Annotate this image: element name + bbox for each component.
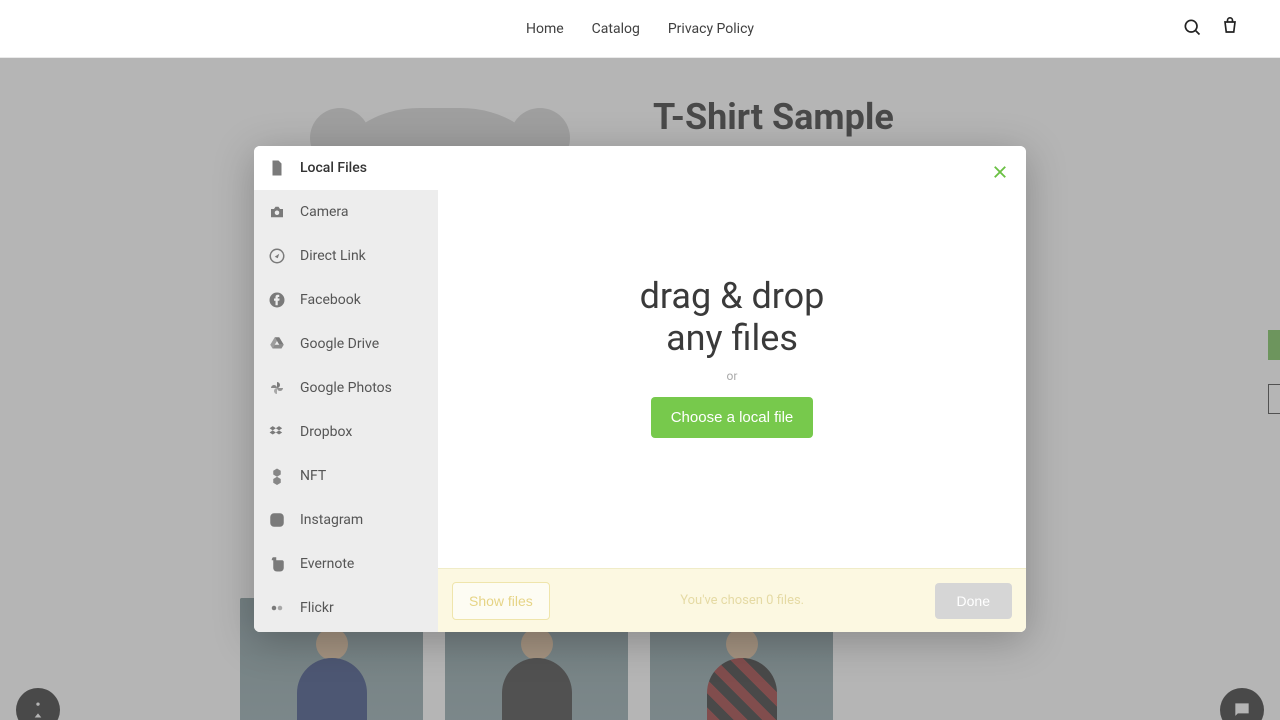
source-label: Local Files [300, 160, 367, 176]
source-dropbox[interactable]: Dropbox [254, 410, 438, 454]
source-local[interactable]: Local Files [254, 146, 438, 190]
source-gphotos[interactable]: Google Photos [254, 366, 438, 410]
source-label: Google Photos [300, 380, 392, 396]
source-label: Camera [300, 204, 349, 220]
source-direct[interactable]: Direct Link [254, 234, 438, 278]
dropbox-icon [268, 423, 286, 441]
facebook-icon [268, 291, 286, 309]
product-page: T-Shirt Sample Local FilesCameraDirect L… [0, 58, 1280, 720]
files-status: You've chosen 0 files. [680, 593, 804, 608]
evernote-icon [268, 555, 286, 573]
or-divider: or [727, 369, 738, 383]
source-label: Google Drive [300, 336, 379, 352]
source-instagram[interactable]: Instagram [254, 498, 438, 542]
nav-link-catalog[interactable]: Catalog [592, 21, 640, 37]
choose-local-file-button[interactable]: Choose a local file [651, 397, 814, 438]
source-label: Dropbox [300, 424, 352, 440]
show-files-button[interactable]: Show files [452, 582, 550, 620]
source-label: Flickr [300, 600, 334, 616]
nft-icon [268, 467, 286, 485]
compass-icon [268, 247, 286, 265]
modal-overlay[interactable]: Local Files Camera Direct Link Facebook Goog… [0, 58, 1280, 720]
instagram-icon [268, 511, 286, 529]
drop-heading-line2: any files [666, 317, 798, 359]
nav-links: Home Catalog Privacy Policy [526, 21, 754, 37]
source-label: Instagram [300, 512, 363, 528]
source-label: Facebook [300, 292, 361, 308]
source-label: Direct Link [300, 248, 366, 264]
file-icon [268, 159, 286, 177]
close-button[interactable] [988, 160, 1012, 184]
modal-footer: Show files You've chosen 0 files. Done [438, 568, 1026, 632]
source-nft[interactable]: NFT [254, 454, 438, 498]
source-label: Evernote [300, 556, 354, 572]
drop-heading-line1: drag & drop [640, 275, 825, 317]
source-label: NFT [300, 468, 326, 484]
source-facebook[interactable]: Facebook [254, 278, 438, 322]
source-flickr[interactable]: Flickr [254, 586, 438, 630]
flickr-icon [268, 599, 286, 617]
upload-main: drag & drop any files or Choose a local … [438, 146, 1026, 632]
file-upload-modal: Local Files Camera Direct Link Facebook Goog… [254, 146, 1026, 632]
search-icon[interactable] [1182, 17, 1202, 41]
nav-link-privacy[interactable]: Privacy Policy [668, 21, 754, 37]
gdrive-icon [268, 335, 286, 353]
drop-heading: drag & drop any files [640, 276, 825, 359]
gphotos-icon [268, 379, 286, 397]
camera-icon [268, 203, 286, 221]
top-nav: Home Catalog Privacy Policy [0, 0, 1280, 58]
source-camera[interactable]: Camera [254, 190, 438, 234]
nav-link-home[interactable]: Home [526, 21, 564, 37]
done-button[interactable]: Done [935, 583, 1012, 619]
cart-icon[interactable] [1220, 17, 1240, 41]
source-gdrive[interactable]: Google Drive [254, 322, 438, 366]
source-evernote[interactable]: Evernote [254, 542, 438, 586]
drop-zone[interactable]: drag & drop any files or Choose a local … [438, 146, 1026, 568]
source-sidebar: Local Files Camera Direct Link Facebook Goog… [254, 146, 438, 632]
